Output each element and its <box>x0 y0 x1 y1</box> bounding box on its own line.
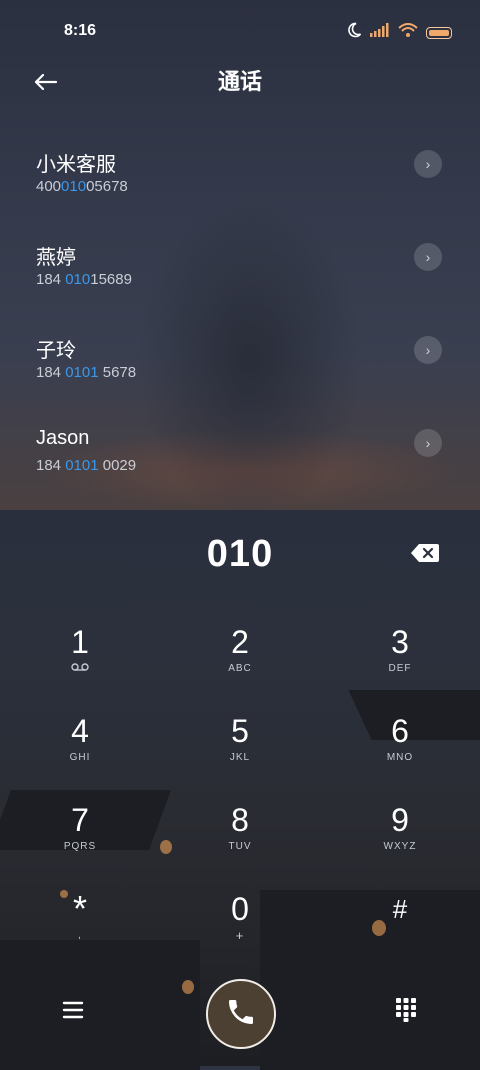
key-letters: JKL <box>229 752 251 763</box>
key-7[interactable]: 7 PQRS <box>20 800 140 880</box>
key-digit: 6 <box>391 713 409 749</box>
contact-number: 184 01015689 <box>36 271 132 288</box>
contact-item[interactable]: 子玲 184 0101 5678 › <box>0 326 480 419</box>
page-title: 通话 <box>217 69 262 94</box>
key-1[interactable]: 1 <box>20 622 140 702</box>
key-digit: 8 <box>231 802 249 838</box>
dialed-number: 010 <box>206 533 274 575</box>
contact-name: 子玲 <box>36 340 76 362</box>
key-star[interactable]: * , <box>20 889 140 969</box>
key-0[interactable]: 0 + <box>180 889 300 969</box>
key-letters: ABC <box>228 663 252 674</box>
contact-name: Jason <box>36 427 90 449</box>
key-9[interactable]: 9 WXYZ <box>340 800 460 880</box>
contact-item[interactable]: Jason 184 0101 0029 › <box>0 419 480 512</box>
contact-item[interactable]: 小米客服 40001005678 › <box>0 140 480 233</box>
key-6[interactable]: 6 MNO <box>340 711 460 791</box>
key-2[interactable]: 2 ABC <box>180 622 300 702</box>
contact-name: 燕婷 <box>36 247 76 269</box>
key-letters: DEF <box>388 663 412 674</box>
key-digit: 2 <box>231 624 249 660</box>
chevron-right-icon[interactable]: › <box>414 150 442 178</box>
key-letters: TUV <box>228 841 252 852</box>
key-digit: 9 <box>391 802 409 838</box>
contact-item[interactable]: 燕婷 184 01015689 › <box>0 233 480 326</box>
contact-number: 184 0101 5678 <box>36 364 137 381</box>
key-3[interactable]: 3 DEF <box>340 622 460 702</box>
key-digit: 7 <box>71 802 89 838</box>
key-letters: + <box>235 928 245 943</box>
chevron-right-icon[interactable]: › <box>414 336 442 364</box>
wifi-icon <box>398 23 418 42</box>
lantern <box>160 840 172 854</box>
key-digit: # <box>392 894 408 924</box>
dialpad-icon[interactable] <box>394 996 418 1022</box>
key-letters: PQRS <box>63 841 97 852</box>
key-digit: 1 <box>71 624 89 660</box>
moon-icon <box>346 22 362 43</box>
key-8[interactable]: 8 TUV <box>180 800 300 880</box>
contact-name: 小米客服 <box>36 154 116 176</box>
lantern <box>182 980 194 994</box>
key-5[interactable]: 5 JKL <box>180 711 300 791</box>
backspace-icon[interactable] <box>410 542 440 564</box>
key-letters: GHI <box>69 752 91 763</box>
key-digit: 3 <box>391 624 409 660</box>
key-letters: , <box>78 930 82 941</box>
phone-icon <box>225 996 257 1033</box>
contact-number: 184 0101 0029 <box>36 457 137 474</box>
status-time: 8:16 <box>64 22 97 39</box>
signal-icon <box>370 23 390 42</box>
call-button[interactable] <box>206 979 276 1049</box>
key-digit: 5 <box>231 713 249 749</box>
key-4[interactable]: 4 GHI <box>20 711 140 791</box>
key-digit: 0 <box>231 891 249 927</box>
chevron-right-icon[interactable]: › <box>414 243 442 271</box>
chevron-right-icon[interactable]: › <box>414 429 442 457</box>
menu-icon[interactable] <box>60 998 86 1022</box>
status-bar: 8:16 <box>0 0 480 60</box>
contact-number: 40001005678 <box>36 178 128 195</box>
key-hash[interactable]: # <box>340 889 460 969</box>
key-digit: * <box>72 888 87 929</box>
voicemail-icon <box>20 662 140 677</box>
key-letters: WXYZ <box>383 841 417 852</box>
key-digit: 4 <box>71 713 89 749</box>
battery-icon <box>426 26 452 39</box>
key-letters: MNO <box>386 752 414 763</box>
contact-suggestion-list: 小米客服 40001005678 › 燕婷 184 01015689 › 子玲 … <box>0 140 480 512</box>
